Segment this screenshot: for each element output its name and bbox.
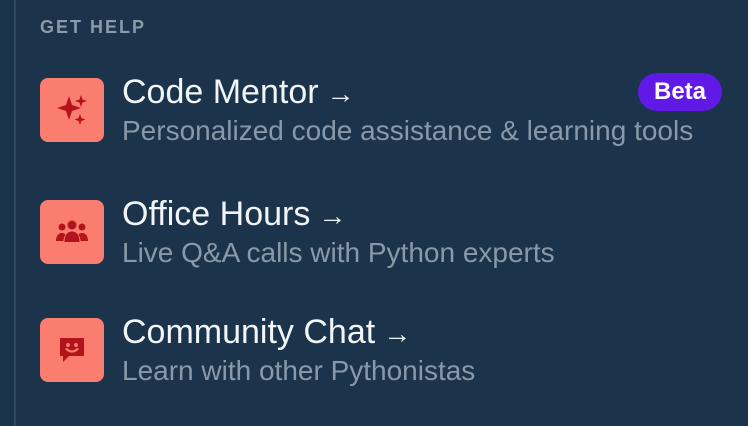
item-title: Community Chat → [122,312,411,354]
section-heading: GET HELP [40,17,147,37]
item-subtitle: Live Q&A calls with Python experts [122,237,555,268]
item-title-text: Code Mentor [122,73,319,111]
arrow-right-icon: → [383,318,412,349]
item-title: Office Hours → [122,194,346,236]
item-subtitle: Learn with other Pythonistas [122,355,476,386]
item-subtitle: Personalized code assistance & learning … [122,115,694,146]
left-divider [14,0,16,426]
arrow-right-icon: → [318,200,347,231]
arrow-right-icon: → [326,78,355,109]
item-title: Code Mentor → [122,72,355,114]
community-chat-link[interactable]: Community Chat → Learn with other Pythoni… [40,310,748,386]
sparkles-icon [40,78,104,142]
office-hours-link[interactable]: Office Hours → Live Q&A calls with Python… [40,192,748,268]
item-title-text: Office Hours [122,195,311,233]
item-title-text: Community Chat [122,313,376,351]
people-icon [40,200,104,264]
chat-icon [40,318,104,382]
code-mentor-link[interactable]: Code Mentor → Beta Personalized code assi… [40,70,748,146]
beta-badge: Beta [638,73,723,111]
get-help-panel: GET HELP Code Mentor → Beta Personalized … [0,0,748,426]
